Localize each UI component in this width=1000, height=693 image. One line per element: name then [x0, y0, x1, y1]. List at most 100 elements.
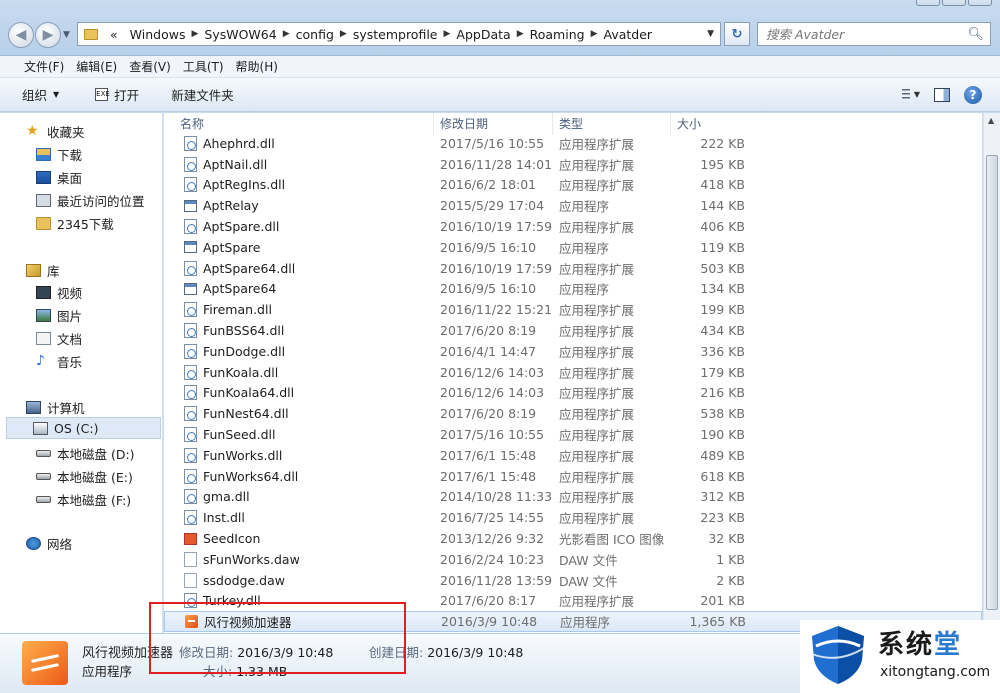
file-row[interactable]: FunBSS64.dll 2017/6/20 8:19 应用程序扩展 434 KB	[164, 320, 982, 341]
file-row[interactable]: AptSpare64.dll 2016/10/19 17:59 应用程序扩展 503 …	[164, 258, 982, 279]
menu-view[interactable]: 查看(V)	[123, 58, 177, 75]
minimize-button[interactable]	[916, 0, 940, 6]
file-modified-date: 2017/6/1 15:48	[440, 468, 537, 484]
menu-file[interactable]: 文件(F)	[18, 58, 70, 75]
navigation-pane: ★ 收藏夹 下载 桌面 最近访问的位置 2345下载 库 视频 图片 文档 ♪ …	[0, 113, 163, 633]
file-row[interactable]: FunKoala64.dll 2016/12/6 14:03 应用程序扩展 216 K…	[164, 383, 982, 404]
column-header-name[interactable]: 名称	[164, 113, 434, 135]
column-header-size[interactable]: 大小	[671, 113, 747, 135]
nav-network[interactable]: 网络	[26, 534, 72, 553]
breadcrumb-separator-icon[interactable]: ▶	[591, 29, 598, 39]
file-row[interactable]: FunDodge.dll 2016/4/1 14:47 应用程序扩展 336 KB	[164, 341, 982, 362]
breadcrumb-item[interactable]: Avatder	[598, 27, 659, 42]
column-header-date[interactable]: 修改日期	[434, 113, 553, 135]
maximize-button[interactable]	[942, 0, 966, 6]
address-history-dropdown[interactable]: ▼	[707, 29, 714, 39]
breadcrumb-item[interactable]: config	[290, 27, 340, 42]
nav-favorites[interactable]: ★ 收藏夹	[26, 122, 85, 141]
exe-file-icon	[184, 241, 197, 254]
back-button[interactable]: ◀	[8, 22, 34, 48]
nav-item-drive-d[interactable]: 本地磁盘 (D:)	[36, 444, 135, 463]
file-row[interactable]: sFunWorks.daw 2016/2/24 10:23 DAW 文件 1 KB	[164, 549, 982, 570]
file-row[interactable]: FunSeed.dll 2017/5/16 10:55 应用程序扩展 190 KB	[164, 424, 982, 445]
new-folder-button[interactable]: 新建文件夹	[163, 82, 242, 108]
breadcrumb-separator-icon[interactable]: ▶	[283, 29, 290, 39]
file-row[interactable]: FunWorks.dll 2017/6/1 15:48 应用程序扩展 489 KB	[164, 445, 982, 466]
breadcrumb-item[interactable]: Windows	[124, 27, 192, 42]
nav-item-2345-downloads[interactable]: 2345下载	[36, 214, 114, 233]
nav-item-downloads[interactable]: 下载	[36, 145, 82, 164]
file-modified-date: 2017/6/20 8:19	[440, 406, 537, 422]
breadcrumb-separator-icon[interactable]: ▶	[340, 29, 347, 39]
breadcrumb-separator-icon[interactable]: ▶	[444, 29, 451, 39]
refresh-button[interactable]: ↻	[724, 22, 750, 46]
file-modified-date: 2015/5/29 17:04	[440, 198, 545, 214]
breadcrumb-item[interactable]: SysWOW64	[198, 27, 282, 42]
breadcrumb-item[interactable]: systemprofile	[347, 27, 444, 42]
file-type: 应用程序扩展	[559, 448, 635, 464]
nav-computer[interactable]: 计算机	[26, 398, 85, 417]
file-row[interactable]: FunWorks64.dll 2017/6/1 15:48 应用程序扩展 618 KB	[164, 466, 982, 487]
file-row[interactable]: Inst.dll 2016/7/25 14:55 应用程序扩展 223 KB	[164, 507, 982, 528]
close-button[interactable]	[968, 0, 992, 6]
nav-item-desktop[interactable]: 桌面	[36, 168, 82, 187]
file-row[interactable]: AptSpare 2016/9/5 16:10 应用程序 119 KB	[164, 237, 982, 258]
scroll-up-icon[interactable]: ▲	[988, 116, 994, 125]
menu-tools[interactable]: 工具(T)	[177, 58, 230, 75]
column-header-type[interactable]: 类型	[553, 113, 671, 135]
breadcrumb-overflow[interactable]: «	[104, 27, 124, 42]
detail-modified-label: 修改日期:	[179, 645, 234, 660]
nav-item-recent[interactable]: 最近访问的位置	[36, 191, 145, 210]
breadcrumb-separator-icon[interactable]: ▶	[191, 29, 198, 39]
preview-pane-icon[interactable]	[934, 87, 950, 102]
file-row[interactable]: ssdodge.daw 2016/11/28 13:59 DAW 文件 2 KB	[164, 570, 982, 591]
nav-item-pictures[interactable]: 图片	[36, 306, 82, 325]
nav-item-drive-f[interactable]: 本地磁盘 (F:)	[36, 490, 131, 509]
address-bar[interactable]: « Windows ▶ SysWOW64 ▶ config ▶ systemprofile ▶…	[77, 22, 721, 46]
file-row[interactable]: FunNest64.dll 2017/6/20 8:19 应用程序扩展 538 KB	[164, 403, 982, 424]
file-name: sFunWorks.daw	[203, 551, 300, 567]
breadcrumb-item[interactable]: AppData	[450, 27, 516, 42]
file-row[interactable]: AptNail.dll 2016/11/28 14:01 应用程序扩展 195 KB	[164, 154, 982, 175]
file-row[interactable]: AptSpare.dll 2016/10/19 17:59 应用程序扩展 406 KB	[164, 216, 982, 237]
menu-edit[interactable]: 编辑(E)	[70, 58, 123, 75]
file-type: 应用程序扩展	[559, 386, 635, 402]
organize-button[interactable]: 组织 ▼	[14, 82, 67, 108]
recent-pages-dropdown[interactable]: ▼	[63, 30, 70, 40]
file-row[interactable]: Turkey.dll 2017/6/20 8:17 应用程序扩展 201 KB	[164, 591, 982, 612]
file-row[interactable]: Ahephrd.dll 2017/5/16 10:55 应用程序扩展 222 KB	[164, 133, 982, 154]
file-name-cell: FunNest64.dll	[164, 406, 434, 422]
file-name: Turkey.dll	[203, 593, 261, 609]
open-button[interactable]: EXE 打开	[87, 82, 147, 108]
search-box[interactable]: 🔍︎	[757, 22, 991, 46]
file-row[interactable]: gma.dll 2014/10/28 11:33 应用程序扩展 312 KB	[164, 487, 982, 508]
hard-drive-icon	[36, 473, 51, 480]
nav-libraries[interactable]: 库	[26, 261, 60, 280]
breadcrumb-item[interactable]: Roaming	[524, 27, 591, 42]
file-row[interactable]: Fireman.dll 2016/11/22 15:21 应用程序扩展 199 KB	[164, 299, 982, 320]
file-type: 应用程序扩展	[559, 261, 635, 277]
help-icon[interactable]: ?	[964, 85, 982, 104]
file-row[interactable]: AptSpare64 2016/9/5 16:10 应用程序 134 KB	[164, 279, 982, 300]
nav-item-label: 视频	[57, 286, 83, 301]
nav-item-drive-e[interactable]: 本地磁盘 (E:)	[36, 467, 133, 486]
file-row[interactable]: FunKoala.dll 2016/12/6 14:03 应用程序扩展 179 KB	[164, 362, 982, 383]
file-row[interactable]: SeedIcon 2013/12/26 9:32 光影看图 ICO 图像 32 KB	[164, 528, 982, 549]
menu-help[interactable]: 帮助(H)	[230, 58, 284, 75]
nav-item-os-c[interactable]: OS (C:)	[6, 417, 161, 439]
forward-button[interactable]: ▶	[35, 22, 61, 48]
change-view-button[interactable]: ▼	[902, 88, 920, 102]
file-row[interactable]: AptRelay 2015/5/29 17:04 应用程序 144 KB	[164, 195, 982, 216]
daw-file-icon	[184, 551, 197, 567]
scrollbar-thumb[interactable]	[986, 155, 998, 610]
nav-item-music[interactable]: ♪ 音乐	[36, 352, 82, 371]
nav-item-videos[interactable]: 视频	[36, 283, 82, 302]
search-input[interactable]	[758, 26, 958, 42]
nav-item-label: 本地磁盘 (D:)	[57, 447, 135, 462]
breadcrumb-separator-icon[interactable]: ▶	[517, 29, 524, 39]
file-type: 应用程序扩展	[559, 157, 635, 173]
nav-item-documents[interactable]: 文档	[36, 329, 82, 348]
file-row[interactable]: AptRegIns.dll 2016/6/2 18:01 应用程序扩展 418 KB	[164, 175, 982, 196]
search-icon: 🔍︎	[967, 26, 984, 42]
vertical-scrollbar[interactable]: ▲ ▼	[983, 113, 1000, 633]
